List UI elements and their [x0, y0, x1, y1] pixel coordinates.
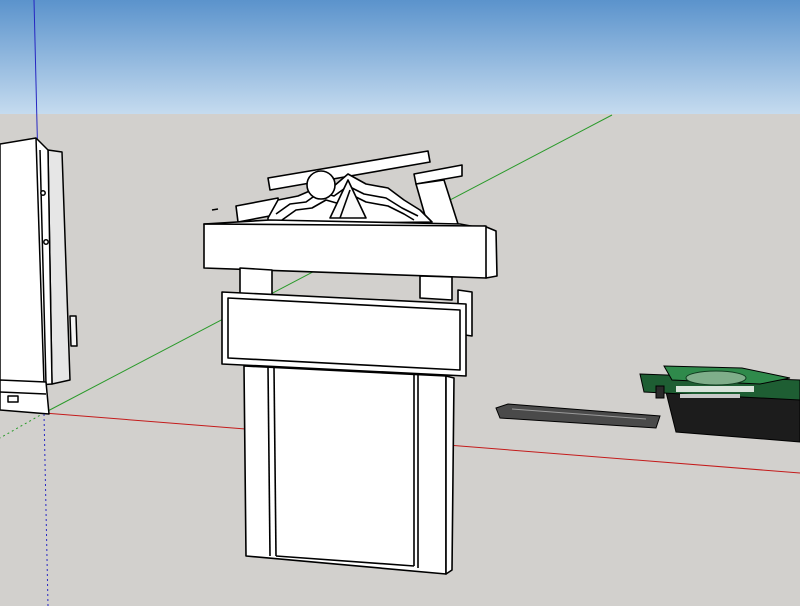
wall-front-face: [0, 137, 53, 389]
wall-tab: [69, 315, 78, 347]
wall-base-detail: [7, 395, 19, 403]
green-sign-leg: [655, 385, 665, 399]
mark: [211, 208, 219, 211]
wall-bolt: [40, 190, 46, 196]
green-sign-text-strip: [676, 386, 754, 392]
sign-panel-inner: [227, 297, 461, 371]
green-sign-text-strip: [680, 394, 740, 398]
body-side: [445, 375, 455, 575]
left-column-upper: [239, 267, 273, 297]
sky: [0, 0, 800, 114]
sun-ornament: [306, 170, 336, 200]
monument-sign-model[interactable]: [203, 150, 498, 575]
green-sign-emblem: [685, 370, 747, 386]
right-column-upper: [419, 275, 453, 301]
sketchup-3d-viewport[interactable]: [0, 0, 800, 606]
model-canvas[interactable]: [0, 0, 800, 606]
wall-bolt: [43, 239, 49, 245]
